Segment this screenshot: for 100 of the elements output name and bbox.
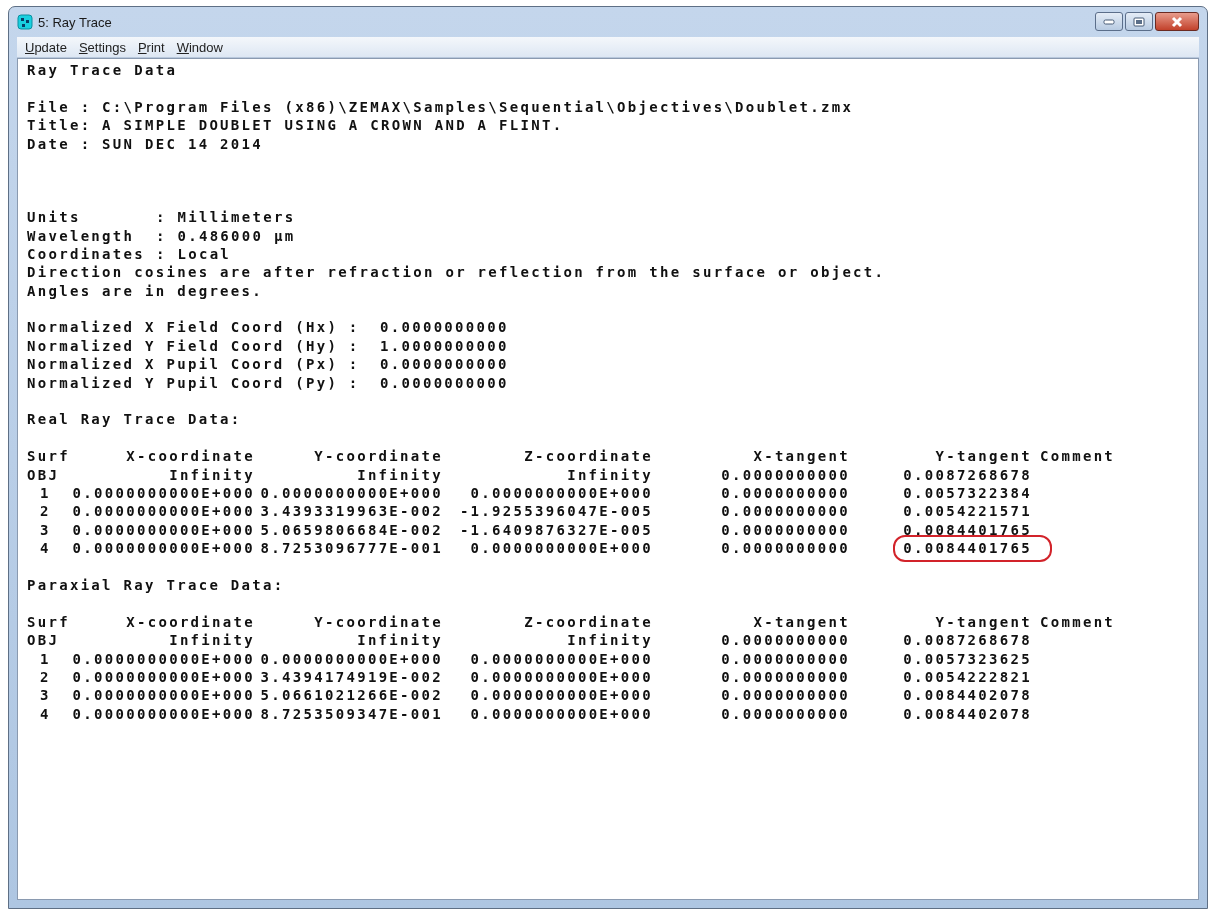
- column-header: Y-coordinate: [313, 447, 443, 466]
- table-cell-text: 0.0054222821: [902, 667, 1032, 687]
- column-header: X-coordinate: [125, 612, 255, 632]
- table-cell-text: 2: [39, 667, 52, 687]
- table-cell-text: 0.0000000000E+000: [469, 686, 653, 705]
- table-cell-text: 0.0000000000: [720, 520, 850, 540]
- report-heading: Ray Trace Data: [27, 61, 179, 80]
- setting-label: Coordinates: [27, 244, 147, 264]
- table-cell-text: Infinity: [356, 631, 443, 650]
- setting-value: : Millimeters: [156, 208, 296, 227]
- table-cell-text: 8.7253509347E-001: [259, 704, 443, 724]
- table-cell-text: Infinity: [168, 631, 255, 650]
- coord-value: 0.0000000000: [380, 373, 509, 393]
- menu-item[interactable]: Print: [131, 39, 171, 55]
- table-cell-text: 0.0000000000: [720, 704, 850, 724]
- column-header: X-coordinate: [125, 447, 255, 466]
- maximize-icon: [1133, 16, 1145, 27]
- table-cell-text: 3.4393319963E-002: [259, 502, 443, 521]
- maximize-button[interactable]: [1125, 12, 1153, 31]
- table-cell-text: 0.0000000000E+000: [469, 649, 653, 668]
- table-cell-text: 3: [39, 686, 52, 705]
- table-cell-text: 0.0087268678: [902, 631, 1032, 650]
- table-cell-text: -1.6409876327E-005: [458, 520, 653, 540]
- table-cell-text: -1.9255396047E-005: [458, 502, 653, 521]
- table-cell: 0.0084401765: [893, 535, 1052, 562]
- table-cell-text: 0.0000000000E+000: [259, 484, 443, 503]
- table-cell-text: 0.0000000000: [720, 539, 850, 558]
- table-cell-text: Infinity: [168, 465, 255, 484]
- column-header: X-tangent: [752, 447, 850, 466]
- coord-value: 1.0000000000: [380, 336, 509, 356]
- table-cell-text: 0.0000000000: [720, 667, 850, 687]
- file-info-line: Date : SUN DEC 14 2014: [27, 134, 265, 153]
- coord-label: Normalized Y Pupil Coord (Py) :: [27, 373, 361, 393]
- table-cell-text: 0.0000000000E+000: [259, 649, 443, 668]
- setting-label: Units: [27, 208, 82, 227]
- coord-label: Normalized Y Field Coord (Hy) :: [27, 336, 361, 356]
- table-cell-text: 5.0659806684E-002: [259, 520, 443, 540]
- column-header: Z-coordinate: [523, 612, 653, 632]
- table-cell-text: 0.0057323625: [902, 649, 1032, 668]
- table-cell-text: Infinity: [356, 465, 443, 484]
- table-cell-text: 0.0000000000E+000: [469, 539, 653, 558]
- table-cell-text: 0.0000000000: [720, 631, 850, 650]
- table-cell-text: 3: [39, 520, 52, 540]
- minimize-button[interactable]: [1095, 12, 1123, 31]
- menu-item[interactable]: Window: [170, 39, 229, 55]
- table-cell-text: 0.0084402078: [902, 704, 1032, 724]
- menu-item[interactable]: Settings: [72, 39, 132, 55]
- table-cell-text: 2: [39, 502, 52, 521]
- table-cell-text: 0.0000000000E+000: [71, 667, 255, 687]
- table-cell-text: 0.0000000000E+000: [71, 649, 255, 668]
- coord-value: 0.0000000000: [380, 318, 509, 337]
- coord-value: 0.0000000000: [380, 355, 509, 374]
- file-info-line: File : C:\Program Files (x86)\ZEMAX\Samples\Sequential\Objectives\Doublet.zmx: [27, 97, 855, 117]
- table-cell-text: 0.0000000000E+000: [71, 520, 255, 540]
- table-cell-text: OBJ: [27, 631, 61, 650]
- table-cell-text: 0.0000000000: [720, 649, 850, 668]
- table-cell-text: 0.0087268678: [902, 465, 1032, 484]
- column-header: Comment: [1039, 612, 1117, 632]
- setting-value: : 0.486000 µm: [156, 226, 296, 245]
- note-line: Direction cosines are after refraction or reflection from the surface or object.: [27, 263, 887, 282]
- window-title: 5: Ray Trace: [38, 14, 112, 30]
- minimize-icon: [1103, 18, 1115, 25]
- table-cell-text: 0.0000000000E+000: [71, 539, 255, 558]
- column-header: Y-tangent: [934, 612, 1032, 632]
- table-cell-text: 0.0000000000: [720, 465, 850, 484]
- close-button[interactable]: [1155, 12, 1199, 31]
- note-line: Angles are in degrees.: [27, 281, 265, 301]
- column-header: X-tangent: [752, 612, 850, 632]
- table-cell-text: 0.0000000000: [720, 502, 850, 521]
- table-cell-text: 8.7253096777E-001: [259, 539, 443, 558]
- table-cell-text: 5.0661021266E-002: [259, 686, 443, 705]
- column-header: Surf: [27, 447, 70, 466]
- close-icon: [1170, 15, 1184, 28]
- table-cell-text: 3.4394174919E-002: [259, 667, 443, 687]
- table-cell-text: 0.0000000000E+000: [469, 667, 653, 687]
- table-cell-text: 0.0000000000: [720, 484, 850, 503]
- column-header: Y-tangent: [934, 447, 1032, 466]
- table-cell-text: 0.0084402078: [902, 686, 1032, 705]
- table-cell-text: OBJ: [27, 465, 61, 484]
- column-header: Y-coordinate: [313, 612, 443, 632]
- column-header: Surf: [27, 612, 70, 632]
- table-cell-text: 0.0000000000E+000: [71, 484, 255, 503]
- table-cell-text: 0.0000000000E+000: [469, 704, 653, 724]
- setting-value: : Local: [156, 244, 232, 264]
- column-header: Z-coordinate: [523, 447, 653, 466]
- table-cell-text: 0.0057322384: [902, 484, 1032, 503]
- table-cell-text: 0.0000000000E+000: [71, 686, 255, 705]
- section-title: Paraxial Ray Trace Data:: [27, 575, 286, 595]
- app-icon: [17, 14, 33, 30]
- table-cell-text: 0.0000000000E+000: [71, 704, 255, 724]
- table-cell-text: 1: [39, 484, 52, 503]
- section-title: Real Ray Trace Data:: [27, 410, 243, 429]
- table-cell-text: 4: [39, 704, 52, 724]
- table-cell-text: 1: [39, 649, 52, 668]
- table-cell-text: 0.0000000000E+000: [469, 484, 653, 503]
- menu-item[interactable]: Update: [19, 39, 73, 55]
- column-header: Comment: [1039, 447, 1117, 466]
- table-cell-text: 4: [39, 539, 52, 558]
- coord-label: Normalized X Field Coord (Hx) :: [27, 318, 361, 337]
- table-cell-text: 0.0000000000E+000: [71, 502, 255, 521]
